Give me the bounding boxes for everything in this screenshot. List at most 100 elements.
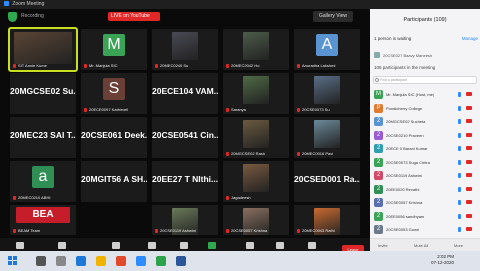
chat-icon [180, 242, 188, 249]
participant-row[interactable]: 2 20MGCSE02 Sucheta [374, 116, 478, 128]
participant-name: Mr. Manjula SIC [84, 63, 145, 68]
participant-name-text: 20CSE0057 Krishna [231, 228, 268, 233]
video-tile[interactable]: 20MGCSE02 Su... [10, 73, 76, 114]
participant-name: Saranya [226, 107, 287, 112]
meeting-area: Recording LIVE on YouTube Gallery View S… [0, 9, 370, 260]
video-tile[interactable]: Jagadeesh [223, 161, 289, 202]
participant-name-text: 20MGCSE02 Rash [231, 151, 266, 156]
participant-row[interactable]: 2 20CSE0053 Gowri [374, 224, 478, 236]
microphone-icon [458, 227, 461, 232]
participant-name: 20MEC0043 Rathi [297, 228, 358, 233]
video-tile[interactable]: 20CSE0541 Cin... [152, 117, 218, 158]
muted-mic-icon [297, 228, 300, 233]
participant-name: Anuradha Lakshmi [297, 63, 358, 68]
participant-list-name: 20MGCSE02 Sucheta [386, 119, 426, 124]
video-tile[interactable]: Saranya [223, 73, 289, 114]
participant-name-text: 20MEC0240 Su [160, 63, 189, 68]
avatar: 2 [374, 130, 383, 140]
participant-row[interactable]: 2 20ECE 0 Barani Kumar [374, 143, 478, 155]
more-button[interactable]: More [454, 243, 463, 248]
meeting-topbar: Recording LIVE on YouTube Gallery View [0, 9, 370, 25]
video-tile[interactable]: 20MEC0240 Su [152, 29, 218, 70]
waiting-participant[interactable]: 20CSE027 Baavy Maneesh [374, 51, 478, 60]
zoom-app-icon[interactable] [136, 256, 146, 266]
video-tile[interactable]: M Mr. Manjula SIC [81, 29, 147, 70]
excel-app-icon[interactable] [156, 256, 166, 266]
participant-row[interactable]: 2 20CSE0210 Praveen [374, 130, 478, 142]
word-app-icon[interactable] [176, 256, 186, 266]
participant-name-large: 20EE27 T NIthi... [152, 174, 218, 184]
video-tile[interactable]: SIT Annie Kume [8, 27, 78, 72]
system-tray-clock[interactable]: 2:02 PM 07-12-2020 [431, 254, 454, 266]
participant-name-text: SIT Annie Kume [18, 63, 47, 68]
video-tile[interactable]: 20MEC2042 Ho [223, 29, 289, 70]
participant-row[interactable]: P Pondicherry College [374, 103, 478, 115]
video-tile[interactable]: 20MEC0043 Rathi [294, 205, 360, 235]
file-explorer-icon[interactable] [96, 256, 106, 266]
microphone-icon [458, 146, 461, 151]
video-tile[interactable]: 20MGCSE02 Rash [223, 117, 289, 158]
participant-name: 20MEC0016 Pavi [297, 151, 358, 156]
search-icon[interactable] [36, 256, 46, 266]
window-titlebar: Zoom Meeting [0, 0, 480, 9]
video-off-icon [466, 105, 472, 110]
reactions-icon [308, 242, 316, 249]
participant-video [243, 76, 269, 104]
windows-start-icon[interactable] [8, 256, 18, 266]
participant-name: 20MEC0240 Su [155, 63, 216, 68]
participant-row[interactable]: 2 20EE0056 sandhyam [374, 211, 478, 223]
invite-button[interactable]: Invite [378, 243, 388, 248]
waiting-participant-name: 20CSE027 Baavy Maneesh [383, 53, 433, 58]
video-tile[interactable]: a 20MEC0210 ABHI [10, 161, 76, 202]
video-tile[interactable]: 20MEC23 SAI T... [10, 117, 76, 158]
participant-list-name: 20EE0056 sandhyam [386, 213, 425, 219]
video-tile[interactable]: 20ECE104 VAM... [152, 73, 218, 114]
video-tile[interactable]: 20MEC0016 Pavi [294, 117, 360, 158]
edge-browser-icon[interactable] [76, 256, 86, 266]
microphone-icon [458, 200, 461, 205]
video-tile[interactable]: 20CSE0057 Krishna [223, 205, 289, 235]
chrome-browser-icon[interactable] [116, 256, 126, 266]
gallery-view-button[interactable]: Gallery View [313, 11, 353, 22]
video-tile[interactable]: BEA BEAM Team [10, 205, 76, 235]
manage-waiting-button[interactable]: Manage [462, 36, 478, 41]
participant-row[interactable]: 2 20CSE0119 Ashwini [374, 170, 478, 182]
microphone-icon [458, 132, 461, 138]
participant-name-large: 20MGCSE02 Su... [10, 86, 76, 96]
video-tile[interactable]: 20CSE0119 Ashwini [152, 205, 218, 235]
task-view-icon[interactable] [56, 256, 66, 266]
video-tile[interactable]: 20MGIT56 A SH... [81, 161, 147, 202]
video-tile[interactable]: S 20ECE0097 Kathirveil [81, 73, 147, 114]
participant-row[interactable]: 2 20EE0020 Revathi [374, 184, 478, 196]
muted-mic-icon [297, 63, 300, 68]
avatar: 2 [374, 117, 383, 126]
video-tile[interactable]: 20CSE0073 Su [294, 73, 360, 114]
live-streaming-badge[interactable]: LIVE on YouTube [108, 12, 160, 21]
panel-title: Participants (109) [403, 17, 447, 23]
muted-mic-icon [84, 107, 87, 112]
record-icon [246, 242, 254, 249]
participant-search-input[interactable]: Find a participant [373, 76, 477, 84]
muted-mic-icon [297, 151, 300, 156]
avatar: 2 [374, 225, 383, 234]
participant-name: 20ECE0097 Kathirveil [84, 107, 145, 112]
start-video-icon [58, 242, 66, 249]
participant-row[interactable]: M Mr. Manjula SIC (Host, me) [374, 89, 478, 101]
mute-all-button[interactable]: Mute All [414, 243, 428, 248]
participant-list-name: 20EE0020 Revathi [386, 186, 420, 192]
participant-row[interactable]: 2 20CSE0073 Suga Chitra [374, 157, 478, 169]
video-tile[interactable]: 20EE27 T NIthi... [152, 161, 218, 202]
participant-row[interactable]: 2 20CSE0057 Krishna [374, 197, 478, 209]
participant-video [243, 32, 269, 60]
security-icon [112, 242, 120, 249]
muted-mic-icon [13, 63, 16, 68]
video-tile[interactable]: A Anuradha Lakshmi [294, 29, 360, 70]
video-tile[interactable]: 20CSE061 Deek... [81, 117, 147, 158]
security-shield-icon[interactable] [8, 12, 17, 22]
video-tile[interactable]: 20CSED001 Ra... [294, 161, 360, 202]
avatar: M [374, 90, 383, 99]
participant-list-name: 20CSE0073 Suga Chitra [386, 159, 430, 165]
participant-list-name: Pondicherry College [386, 105, 423, 111]
participant-video [314, 120, 340, 148]
muted-mic-icon [155, 63, 158, 68]
